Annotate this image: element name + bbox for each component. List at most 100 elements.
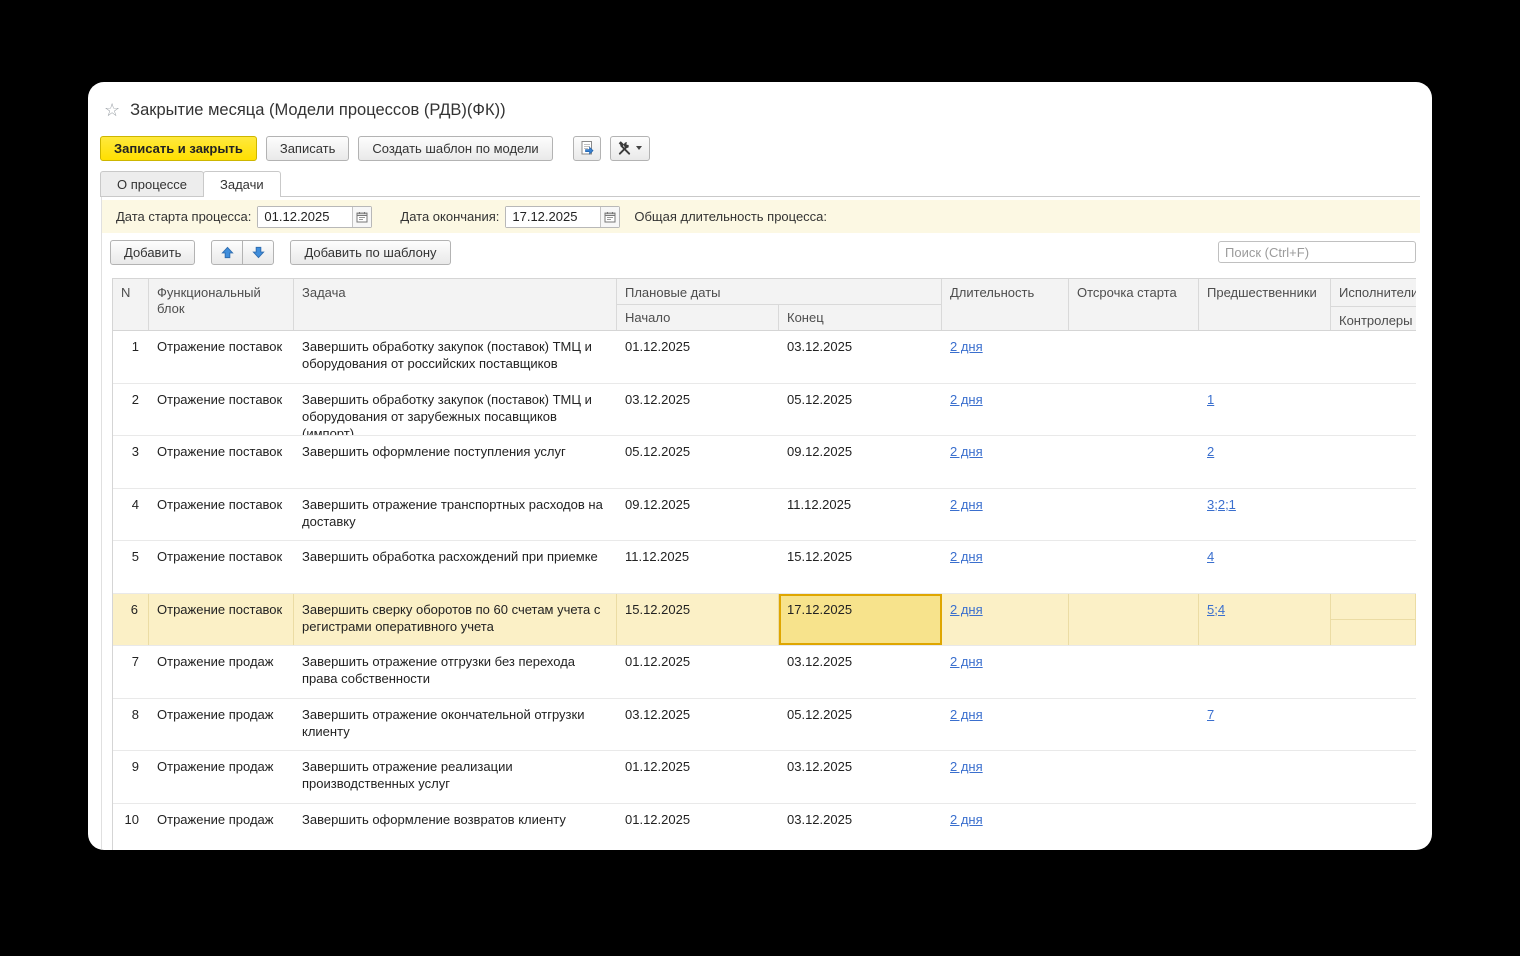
end-date-calendar-button[interactable] [600, 206, 620, 227]
add-by-template-button[interactable]: Добавить по шаблону [290, 239, 451, 265]
start-date-input[interactable] [258, 206, 353, 227]
task-cell[interactable]: Завершить отражение отгрузки без переход… [294, 646, 617, 698]
functional-block-cell[interactable]: Отражение продаж [149, 804, 294, 851]
executors-subcell[interactable] [1331, 489, 1416, 515]
predecessors-cell[interactable]: 3;2;1 [1199, 489, 1331, 541]
predecessors-cell[interactable]: 7 [1199, 699, 1331, 751]
start-date-calendar-button[interactable] [352, 206, 372, 227]
predecessors-link[interactable]: 7 [1207, 707, 1214, 722]
duration-cell[interactable]: 2 дня [942, 489, 1069, 541]
duration-link[interactable]: 2 дня [950, 497, 983, 512]
executors-subcell[interactable] [1331, 699, 1416, 725]
start-date-cell[interactable]: 01.12.2025 [617, 751, 779, 803]
header-end[interactable]: Конец [779, 305, 832, 330]
start-date-cell[interactable]: 05.12.2025 [617, 436, 779, 488]
controllers-subcell[interactable] [1331, 462, 1416, 488]
functional-block-cell[interactable]: Отражение продаж [149, 646, 294, 698]
header-functional-block[interactable]: Функциональный блок [149, 279, 294, 330]
header-executors[interactable]: Исполнители [1331, 279, 1416, 307]
executors-subcell[interactable] [1331, 384, 1416, 410]
executors-subcell[interactable] [1331, 646, 1416, 672]
executors-subcell[interactable] [1331, 751, 1416, 777]
header-n[interactable]: N [113, 279, 149, 330]
task-cell[interactable]: Завершить обработку закупок (поставок) Т… [294, 331, 617, 383]
predecessors-cell[interactable] [1199, 751, 1331, 803]
duration-cell[interactable]: 2 дня [942, 541, 1069, 593]
end-date-cell[interactable]: 03.12.2025 [779, 751, 942, 803]
controllers-subcell[interactable] [1331, 567, 1416, 593]
task-cell[interactable]: Завершить оформление поступления услуг [294, 436, 617, 488]
duration-cell[interactable]: 2 дня [942, 646, 1069, 698]
executors-subcell[interactable] [1331, 436, 1416, 462]
add-button[interactable]: Добавить [110, 239, 196, 265]
end-date-cell[interactable]: 03.12.2025 [779, 646, 942, 698]
duration-cell[interactable]: 2 дня [942, 436, 1069, 488]
header-start-delay[interactable]: Отсрочка старта [1069, 279, 1199, 330]
start-delay-cell[interactable] [1069, 436, 1199, 488]
end-date-cell[interactable]: 09.12.2025 [779, 436, 942, 488]
header-start[interactable]: Начало [617, 305, 779, 330]
controllers-subcell[interactable] [1331, 409, 1416, 435]
tab-about-process[interactable]: О процессе [100, 171, 204, 196]
end-date-cell[interactable]: 05.12.2025 [779, 384, 942, 436]
task-cell[interactable]: Завершить сверку оборотов по 60 счетам у… [294, 593, 617, 645]
end-date-cell[interactable]: 03.12.2025 [779, 331, 942, 383]
table-row[interactable]: 2 Отражение поставок Завершить обработку… [113, 383, 1416, 436]
start-delay-cell[interactable] [1069, 384, 1199, 436]
end-date-cell[interactable]: 17.12.2025 [779, 593, 942, 645]
header-task[interactable]: Задача [294, 279, 617, 330]
executors-cell[interactable] [1331, 699, 1416, 751]
duration-link[interactable]: 2 дня [950, 812, 983, 827]
end-date-cell[interactable]: 03.12.2025 [779, 804, 942, 851]
functional-block-cell[interactable]: Отражение продаж [149, 699, 294, 751]
duration-link[interactable]: 2 дня [950, 707, 983, 722]
functional-block-cell[interactable]: Отражение поставок [149, 331, 294, 383]
predecessors-cell[interactable]: 2 [1199, 436, 1331, 488]
start-delay-cell[interactable] [1069, 751, 1199, 803]
start-delay-cell[interactable] [1069, 699, 1199, 751]
duration-cell[interactable]: 2 дня [942, 593, 1069, 645]
executors-cell[interactable] [1331, 751, 1416, 803]
table-row[interactable]: 4 Отражение поставок Завершить отражение… [113, 488, 1416, 541]
task-cell[interactable]: Завершить отражение окончательной отгруз… [294, 699, 617, 751]
executors-cell[interactable] [1331, 804, 1416, 851]
controllers-subcell[interactable] [1331, 514, 1416, 540]
executors-subcell[interactable] [1331, 594, 1415, 620]
executors-subcell[interactable] [1331, 331, 1416, 357]
service-menu-button[interactable] [609, 135, 650, 161]
duration-cell[interactable]: 2 дня [942, 331, 1069, 383]
start-delay-cell[interactable] [1069, 646, 1199, 698]
table-row[interactable]: 8 Отражение продаж Завершить отражение о… [113, 698, 1416, 751]
header-planned-dates[interactable]: Плановые даты [617, 279, 941, 305]
functional-block-cell[interactable]: Отражение продаж [149, 751, 294, 803]
task-cell[interactable]: Завершить оформление возвратов клиенту [294, 804, 617, 851]
predecessors-cell[interactable] [1199, 331, 1331, 383]
predecessors-cell[interactable]: 1 [1199, 384, 1331, 436]
controllers-subcell[interactable] [1331, 724, 1416, 750]
executors-cell[interactable] [1331, 646, 1416, 698]
start-date-cell[interactable]: 03.12.2025 [617, 699, 779, 751]
functional-block-cell[interactable]: Отражение поставок [149, 436, 294, 488]
favorite-star-icon[interactable]: ☆ [104, 100, 120, 121]
table-row[interactable]: 6 Отражение поставок Завершить сверку об… [113, 593, 1416, 646]
executors-cell[interactable] [1331, 384, 1416, 436]
start-delay-cell[interactable] [1069, 593, 1199, 645]
table-row[interactable]: 3 Отражение поставок Завершить оформлени… [113, 436, 1416, 489]
executors-subcell[interactable] [1331, 804, 1416, 830]
table-row[interactable]: 5 Отражение поставок Завершить обработка… [113, 541, 1416, 594]
functional-block-cell[interactable]: Отражение поставок [149, 541, 294, 593]
start-delay-cell[interactable] [1069, 331, 1199, 383]
controllers-subcell[interactable] [1331, 672, 1416, 698]
predecessors-link[interactable]: 1 [1207, 392, 1214, 407]
controllers-subcell[interactable] [1331, 357, 1416, 383]
controllers-subcell[interactable] [1331, 777, 1416, 803]
executors-subcell[interactable] [1331, 541, 1416, 567]
start-date-cell[interactable]: 01.12.2025 [617, 331, 779, 383]
predecessors-cell[interactable]: 5;4 [1199, 593, 1331, 645]
duration-link[interactable]: 2 дня [950, 602, 983, 617]
task-cell[interactable]: Завершить отражение транспортных расходо… [294, 489, 617, 541]
duration-link[interactable]: 2 дня [950, 339, 983, 354]
table-row[interactable]: 7 Отражение продаж Завершить отражение о… [113, 646, 1416, 699]
functional-block-cell[interactable]: Отражение поставок [149, 593, 294, 645]
duration-link[interactable]: 2 дня [950, 759, 983, 774]
